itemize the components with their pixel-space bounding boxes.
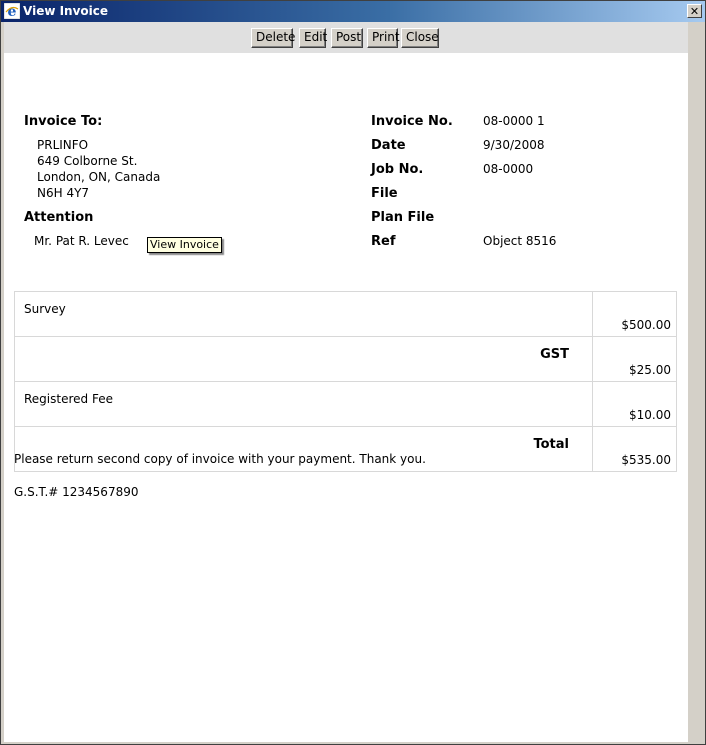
detail-label-date: Date <box>371 138 406 153</box>
edit-button[interactable]: Edit <box>299 28 327 48</box>
internet-explorer-icon: e <box>4 3 20 19</box>
line-items-table: Survey $500.00 GST $25.00 Registered Fee… <box>14 291 677 472</box>
svg-text:e: e <box>8 4 17 19</box>
print-button[interactable]: Print <box>367 28 400 48</box>
invoice-to-heading: Invoice To: <box>24 114 103 129</box>
address-line: PRLINFO <box>37 138 89 152</box>
detail-label-invoice-no: Invoice No. <box>371 114 453 129</box>
detail-label-job-no: Job No. <box>371 162 424 177</box>
line-item-amount: $10.00 <box>592 381 677 427</box>
address-line: 649 Colborne St. <box>37 154 138 168</box>
action-toolbar: Delete Edit Post Print Close <box>4 22 688 53</box>
address-line: London, ON, Canada <box>37 170 161 184</box>
detail-label-file: File <box>371 186 398 201</box>
post-button[interactable]: Post <box>331 28 363 48</box>
attention-value: Mr. Pat R. Levec <box>34 234 129 248</box>
table-row: GST $25.00 <box>14 336 677 382</box>
line-item-description: Survey <box>14 291 593 337</box>
detail-value-invoice-no: 08-0000 1 <box>483 114 545 128</box>
close-icon: ✕ <box>689 5 700 18</box>
gst-label: GST <box>14 336 593 382</box>
gst-number: G.S.T.# 1234567890 <box>14 485 139 499</box>
attention-heading: Attention <box>24 210 94 225</box>
payment-note: Please return second copy of invoice wit… <box>14 452 426 466</box>
title-bar[interactable]: e View Invoice ✕ <box>1 1 705 22</box>
detail-value-job-no: 08-0000 <box>483 162 534 176</box>
detail-value-ref: Object 8516 <box>483 234 557 248</box>
gst-amount: $25.00 <box>592 336 677 382</box>
total-amount: $535.00 <box>592 426 677 472</box>
address-line: N6H 4Y7 <box>37 186 90 200</box>
table-row: Survey $500.00 <box>14 291 677 337</box>
scrollbar-gutter <box>688 22 705 742</box>
detail-label-ref: Ref <box>371 234 396 249</box>
detail-value-date: 9/30/2008 <box>483 138 545 152</box>
close-button[interactable]: Close <box>401 28 439 48</box>
close-window-button[interactable]: ✕ <box>687 4 702 18</box>
line-item-description: Registered Fee <box>14 381 593 427</box>
detail-label-plan-file: Plan File <box>371 210 435 225</box>
line-item-amount: $500.00 <box>592 291 677 337</box>
table-row: Registered Fee $10.00 <box>14 381 677 427</box>
invoice-content: Delete Edit Post Print Close Invoice To:… <box>4 22 688 742</box>
delete-button[interactable]: Delete <box>251 28 295 48</box>
tooltip: View Invoice <box>147 237 222 253</box>
invoice-window: e View Invoice ✕ Delete Edit Post Print … <box>0 0 706 745</box>
window-title: View Invoice <box>23 4 109 18</box>
